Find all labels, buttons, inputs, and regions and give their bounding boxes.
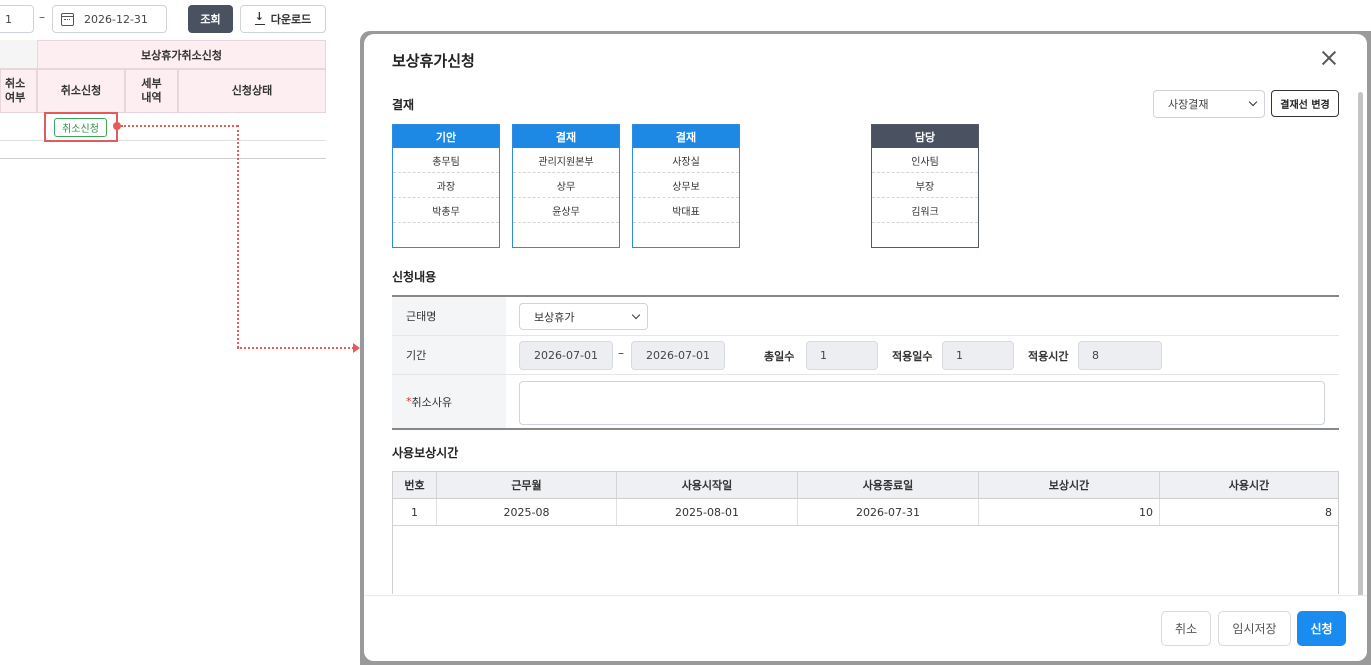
column-header-detail: 세부 내역 — [125, 69, 178, 113]
column-header-status: 신청상태 — [178, 69, 326, 113]
download-button[interactable]: 다운로드 — [240, 5, 326, 33]
approval-box-approve-2: 결재 사장실 상무보 박대표 — [632, 124, 740, 248]
cancel-button[interactable]: 취소 — [1161, 611, 1211, 646]
modal-scrollbar[interactable] — [1358, 92, 1363, 612]
approval-person: 윤상무 — [513, 198, 619, 223]
cancel-reason-input[interactable] — [519, 381, 1325, 425]
period-end-field: 2026-07-01 — [631, 341, 725, 370]
period-start-field: 2026-07-01 — [519, 341, 613, 370]
table-empty-area — [393, 526, 1338, 594]
date-to-value: 2026-12-31 — [84, 12, 148, 26]
table-cell: 2025-08 — [437, 499, 617, 525]
table-cell: 10 — [979, 499, 1160, 525]
approval-box-head: 기안 — [393, 125, 499, 148]
approval-dept: 인사팀 — [872, 148, 978, 173]
approval-box-head: 결재 — [633, 125, 739, 148]
download-icon — [254, 10, 265, 25]
approval-dept: 관리지원본부 — [513, 148, 619, 173]
table-divider — [0, 158, 326, 159]
modal-title: 보상휴가신청 — [392, 52, 475, 70]
request-form: 근태명 보상휴가 기간 2026-07-01 – 2026-07-01 총일수 … — [392, 295, 1339, 430]
column-header: 보상시간 — [979, 472, 1160, 498]
date-range-dash: – — [39, 10, 45, 24]
change-approval-line-button[interactable]: 결재선 변경 — [1271, 90, 1339, 117]
chevron-down-icon — [631, 310, 641, 320]
chevron-down-icon — [1248, 97, 1258, 107]
table-group-header: 보상휴가취소신청 — [37, 40, 326, 69]
request-section-title: 신청내용 — [392, 270, 437, 284]
approval-position: 상무 — [513, 173, 619, 198]
table-header-row: 번호 근무월 사용시작일 사용종료일 보상시간 사용시간 — [393, 472, 1338, 499]
table-cell: 2025-08-01 — [617, 499, 798, 525]
approval-type-value: 사장결재 — [1168, 98, 1209, 111]
approval-person: 김워크 — [872, 198, 978, 223]
date-from-field[interactable]: 1 — [0, 5, 34, 33]
table-row[interactable]: 1 2025-08 2025-08-01 2026-07-31 10 8 — [393, 499, 1338, 526]
submit-button[interactable]: 신청 — [1297, 611, 1346, 646]
download-label: 다운로드 — [270, 13, 312, 26]
callout-line — [121, 125, 238, 127]
approval-box-head: 담당 — [872, 125, 978, 148]
save-draft-button[interactable]: 임시저장 — [1218, 611, 1291, 646]
reason-label-text: 취소사유 — [411, 395, 452, 409]
applied-hours-label: 적용시간 — [1028, 350, 1069, 363]
callout-arrow-icon — [353, 343, 360, 353]
approval-box-draft: 기안 총무팀 과장 박총무 — [392, 124, 500, 248]
table-cell: 2026-07-31 — [798, 499, 979, 525]
usage-hours-table: 번호 근무월 사용시작일 사용종료일 보상시간 사용시간 1 2025-08 2… — [392, 471, 1339, 594]
form-row-period: 기간 2026-07-01 – 2026-07-01 총일수 1 적용일수 1 … — [392, 336, 1339, 375]
compensatory-leave-modal: 보상휴가신청 결재 사장결재 결재선 변경 기안 총무팀 과장 박총무 결재 관… — [364, 34, 1367, 661]
filter-toolbar: 1 – 2026-12-31 조회 다운로드 — [0, 5, 360, 33]
applied-days-field: 1 — [942, 341, 1014, 370]
table-header-spacer — [0, 40, 37, 69]
column-header: 사용종료일 — [798, 472, 979, 498]
approval-box-head: 결재 — [513, 125, 619, 148]
callout-start-dot — [113, 122, 121, 130]
close-icon[interactable] — [1321, 50, 1337, 66]
kind-label: 근태명 — [392, 297, 506, 335]
column-header-cancel-status: 취소 여부 — [0, 69, 37, 113]
approval-dept: 사장실 — [633, 148, 739, 173]
column-header-cancel-request: 취소신청 — [37, 69, 125, 113]
approval-type-select[interactable]: 사장결재 — [1153, 90, 1265, 118]
column-header: 근무월 — [437, 472, 617, 498]
approval-section-title: 결재 — [392, 98, 415, 112]
approval-person: 박총무 — [393, 198, 499, 223]
approval-position: 부장 — [872, 173, 978, 198]
reason-label: * 취소사유 — [392, 375, 506, 428]
usage-section-title: 사용보상시간 — [392, 446, 459, 460]
leave-kind-value: 보상휴가 — [534, 310, 575, 324]
column-header: 사용시작일 — [617, 472, 798, 498]
column-header: 사용시간 — [1228, 479, 1270, 492]
approval-box-charge: 담당 인사팀 부장 김워크 — [871, 124, 979, 248]
table-cell: 8 — [1325, 505, 1332, 519]
calendar-icon[interactable] — [61, 12, 74, 26]
period-dash: – — [618, 346, 624, 360]
date-to-field[interactable]: 2026-12-31 — [52, 5, 167, 33]
form-row-kind: 근태명 보상휴가 — [392, 297, 1339, 336]
approval-position: 과장 — [393, 173, 499, 198]
approval-person: 박대표 — [633, 198, 739, 223]
total-days-label: 총일수 — [764, 350, 795, 363]
column-header: 번호 — [393, 472, 437, 498]
approval-dept: 총무팀 — [393, 148, 499, 173]
form-row-reason: * 취소사유 — [392, 375, 1339, 430]
applied-hours-field: 8 — [1078, 341, 1162, 370]
callout-line — [237, 347, 354, 349]
highlight-box — [44, 112, 118, 142]
table-cell: 1 — [393, 499, 437, 525]
search-button[interactable]: 조회 — [188, 5, 233, 33]
leave-kind-select[interactable]: 보상휴가 — [519, 303, 648, 330]
approval-position: 상무보 — [633, 173, 739, 198]
approval-box-approve-1: 결재 관리지원본부 상무 윤상무 — [512, 124, 620, 248]
modal-body: 결재 사장결재 결재선 변경 기안 총무팀 과장 박총무 결재 관리지원본부 상… — [364, 84, 1367, 594]
total-days-field: 1 — [806, 341, 878, 370]
applied-days-label: 적용일수 — [892, 350, 933, 363]
callout-line — [237, 125, 239, 348]
date-from-value: 1 — [5, 12, 12, 26]
period-label: 기간 — [392, 336, 506, 374]
modal-footer: 취소 임시저장 신청 — [364, 595, 1367, 661]
